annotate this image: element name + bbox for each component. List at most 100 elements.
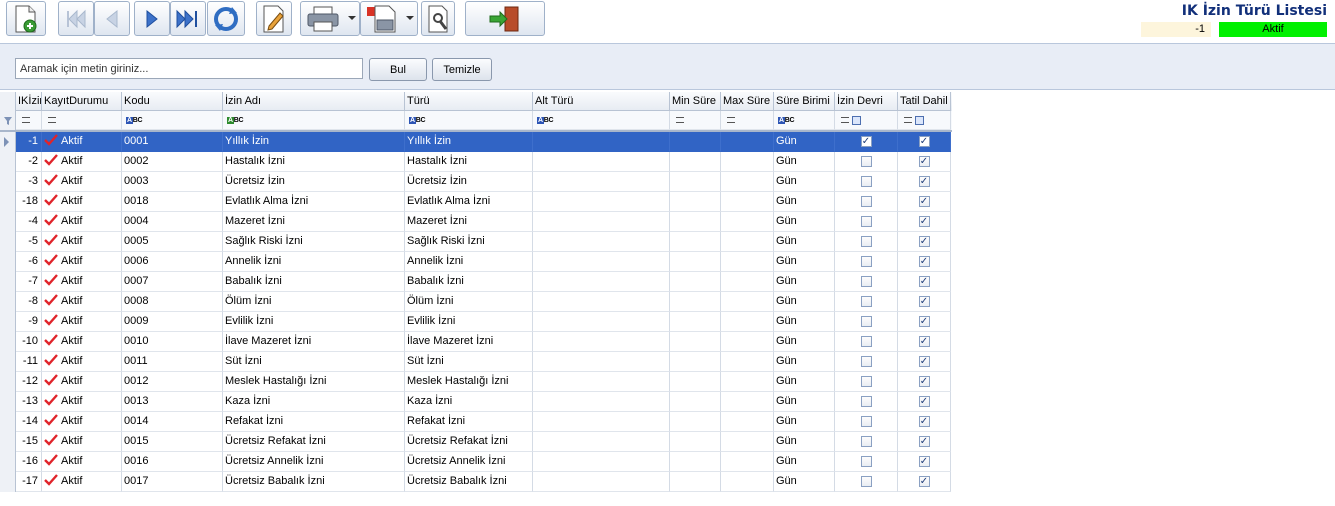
row-indicator[interactable] (0, 212, 16, 232)
cell-max-duration[interactable] (721, 372, 774, 392)
cell-min-duration[interactable] (670, 232, 721, 252)
table-row[interactable]: -18 Aktif 0018 Evlatlık Alma İzni Evlatlık A… (0, 192, 952, 212)
filter-cell-holiday[interactable] (898, 111, 951, 130)
cell-subtype[interactable] (533, 272, 670, 292)
table-row[interactable]: -13 Aktif 0013 Kaza İzni Kaza İzni Gün ✓ (0, 392, 952, 412)
cell-subtype[interactable] (533, 412, 670, 432)
cell-name[interactable]: Ücretsiz Babalık İzni (223, 472, 405, 492)
cell-type[interactable]: Evlilik İzni (405, 312, 533, 332)
cell-max-duration[interactable] (721, 432, 774, 452)
cell-id[interactable]: -9 (16, 312, 42, 332)
cell-holiday[interactable]: ✓ (898, 172, 951, 192)
transfer-checkbox[interactable] (860, 436, 872, 447)
row-indicator[interactable] (0, 352, 16, 372)
row-indicator[interactable] (0, 472, 16, 492)
cell-id[interactable]: -7 (16, 272, 42, 292)
row-indicator[interactable] (0, 292, 16, 312)
table-row[interactable]: -1 Aktif 0001 Yıllık İzin Yıllık İzin Gün ✓ ✓ (0, 132, 952, 152)
cell-duration-unit[interactable]: Gün (774, 432, 835, 452)
cell-max-duration[interactable] (721, 472, 774, 492)
holiday-checkbox[interactable]: ✓ (918, 216, 930, 227)
cell-holiday[interactable]: ✓ (898, 292, 951, 312)
cell-status[interactable]: Aktif (42, 292, 122, 312)
cell-duration-unit[interactable]: Gün (774, 192, 835, 212)
cell-type[interactable]: İlave Mazeret İzni (405, 332, 533, 352)
cell-max-duration[interactable] (721, 192, 774, 212)
table-row[interactable]: -17 Aktif 0017 Ücretsiz Babalık İzni Ücretsi… (0, 472, 952, 492)
cell-max-duration[interactable] (721, 292, 774, 312)
filter-cell-duration-unit[interactable]: ABC (774, 111, 835, 130)
cell-code[interactable]: 0011 (122, 352, 223, 372)
cell-max-duration[interactable] (721, 312, 774, 332)
row-indicator[interactable] (0, 372, 16, 392)
table-row[interactable]: -3 Aktif 0003 Ücretsiz İzin Ücretsiz İzin Gün… (0, 172, 952, 192)
search-input[interactable] (15, 58, 363, 79)
cell-duration-unit[interactable]: Gün (774, 232, 835, 252)
transfer-checkbox[interactable] (860, 416, 872, 427)
cell-name[interactable]: Ücretsiz Refakat İzni (223, 432, 405, 452)
cell-min-duration[interactable] (670, 152, 721, 172)
column-header-status[interactable]: KayıtDurumu (42, 92, 122, 111)
row-indicator[interactable] (0, 392, 16, 412)
cell-transfer[interactable] (835, 192, 898, 212)
first-record-button[interactable] (58, 1, 94, 36)
cell-subtype[interactable] (533, 472, 670, 492)
cell-type[interactable]: Yıllık İzin (405, 132, 533, 152)
cell-min-duration[interactable] (670, 312, 721, 332)
cell-min-duration[interactable] (670, 352, 721, 372)
table-row[interactable]: -11 Aktif 0011 Süt İzni Süt İzni Gün ✓ (0, 352, 952, 372)
cell-transfer[interactable] (835, 352, 898, 372)
table-row[interactable]: -2 Aktif 0002 Hastalık İzni Hastalık İzni Gün… (0, 152, 952, 172)
cell-status[interactable]: Aktif (42, 172, 122, 192)
cell-transfer[interactable] (835, 392, 898, 412)
exit-button[interactable] (465, 1, 545, 36)
cell-min-duration[interactable] (670, 172, 721, 192)
cell-holiday[interactable]: ✓ (898, 232, 951, 252)
column-header-subtype[interactable]: Alt Türü (533, 92, 670, 111)
cell-holiday[interactable]: ✓ (898, 392, 951, 412)
holiday-checkbox[interactable]: ✓ (918, 356, 930, 367)
holiday-checkbox[interactable]: ✓ (918, 456, 930, 467)
previous-record-button[interactable] (94, 1, 130, 36)
transfer-checkbox[interactable] (860, 256, 872, 267)
cell-code[interactable]: 0013 (122, 392, 223, 412)
cell-duration-unit[interactable]: Gün (774, 172, 835, 192)
cell-holiday[interactable]: ✓ (898, 372, 951, 392)
pdf-export-button[interactable] (360, 1, 418, 36)
cell-transfer[interactable]: ✓ (835, 132, 898, 152)
add-button[interactable] (6, 1, 46, 36)
cell-duration-unit[interactable]: Gün (774, 352, 835, 372)
cell-duration-unit[interactable]: Gün (774, 372, 835, 392)
cell-type[interactable]: Ölüm İzni (405, 292, 533, 312)
cell-id[interactable]: -4 (16, 212, 42, 232)
cell-code[interactable]: 0002 (122, 152, 223, 172)
holiday-checkbox[interactable]: ✓ (918, 176, 930, 187)
table-row[interactable]: -10 Aktif 0010 İlave Mazeret İzni İlave Maze… (0, 332, 952, 352)
cell-holiday[interactable]: ✓ (898, 432, 951, 452)
cell-holiday[interactable]: ✓ (898, 352, 951, 372)
holiday-checkbox[interactable]: ✓ (918, 276, 930, 287)
cell-code[interactable]: 0003 (122, 172, 223, 192)
holiday-checkbox[interactable]: ✓ (918, 196, 930, 207)
cell-code[interactable]: 0014 (122, 412, 223, 432)
cell-code[interactable]: 0016 (122, 452, 223, 472)
cell-subtype[interactable] (533, 132, 670, 152)
cell-min-duration[interactable] (670, 332, 721, 352)
cell-type[interactable]: Sağlık Riski İzni (405, 232, 533, 252)
cell-type[interactable]: Annelik İzni (405, 252, 533, 272)
cell-type[interactable]: Hastalık İzni (405, 152, 533, 172)
cell-min-duration[interactable] (670, 472, 721, 492)
cell-transfer[interactable] (835, 412, 898, 432)
cell-subtype[interactable] (533, 312, 670, 332)
row-indicator[interactable] (0, 232, 16, 252)
holiday-checkbox[interactable]: ✓ (918, 156, 930, 167)
cell-type[interactable]: Refakat İzni (405, 412, 533, 432)
cell-name[interactable]: Yıllık İzin (223, 132, 405, 152)
cell-transfer[interactable] (835, 232, 898, 252)
transfer-checkbox[interactable] (860, 236, 872, 247)
table-row[interactable]: -15 Aktif 0015 Ücretsiz Refakat İzni Ücretsi… (0, 432, 952, 452)
cell-duration-unit[interactable]: Gün (774, 212, 835, 232)
cell-duration-unit[interactable]: Gün (774, 272, 835, 292)
column-header-holiday[interactable]: Tatil Dahil (898, 92, 951, 111)
holiday-checkbox[interactable]: ✓ (918, 256, 930, 267)
